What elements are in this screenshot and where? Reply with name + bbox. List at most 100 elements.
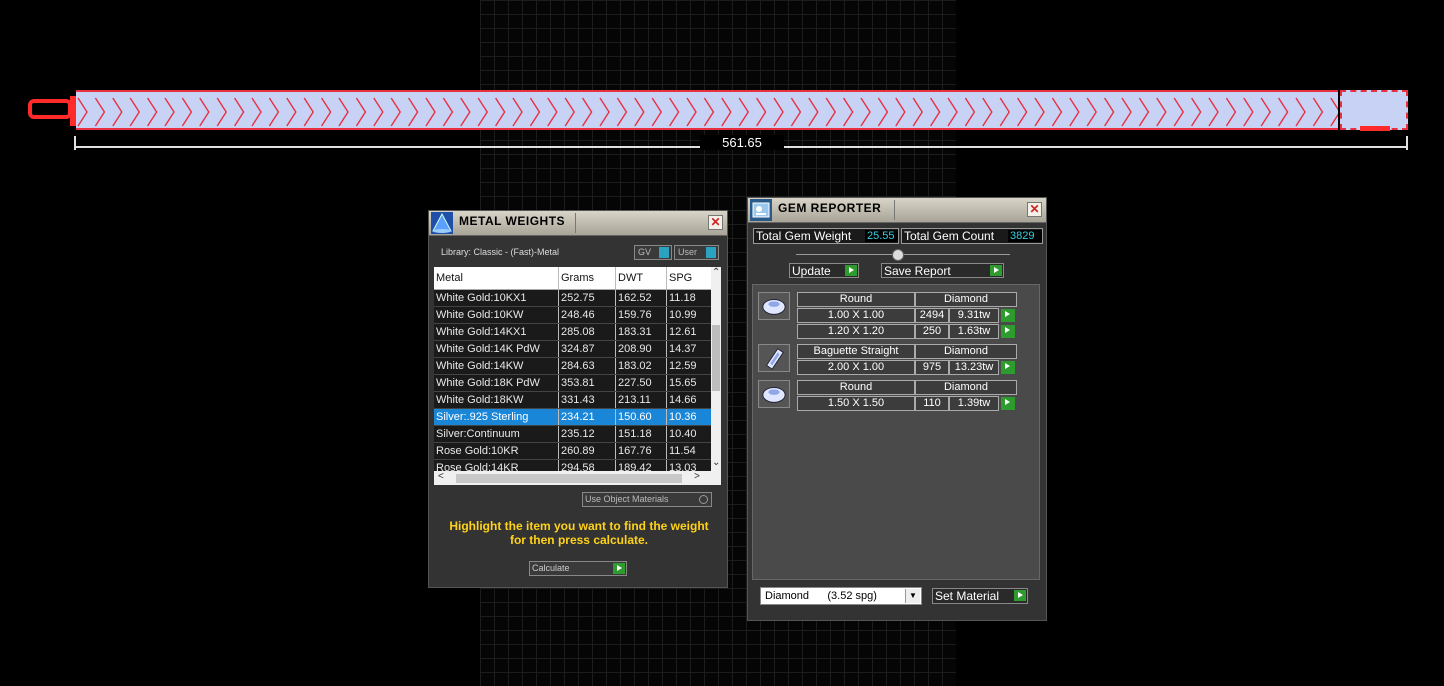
table-row[interactable]: White Gold:14K PdW 324.87 208.90 14.37 — [434, 340, 712, 358]
bracelet-end-box — [1340, 90, 1408, 130]
dwt-cell: 183.02 — [615, 357, 667, 375]
select-gem-arrow-icon[interactable] — [1001, 309, 1015, 322]
column-header-spg[interactable]: SPG — [666, 267, 712, 290]
panel-slider-knob[interactable] — [892, 249, 904, 261]
chain-link — [999, 97, 1011, 127]
metal-table-horizontal-scrollbar[interactable]: < > — [434, 471, 721, 485]
chain-link — [373, 97, 384, 127]
metal-name-cell: White Gold:18KW — [434, 391, 559, 409]
chain-link — [94, 97, 106, 127]
round-gem-icon[interactable] — [758, 292, 790, 320]
chain-link — [947, 97, 958, 127]
gem-reporter-titlebar[interactable]: GEM REPORTER ✕ — [748, 198, 1046, 223]
column-header-dwt[interactable]: DWT — [615, 267, 667, 290]
table-row[interactable]: Silver:.925 Sterling 234.21 150.60 10.36 — [434, 408, 712, 426]
metal-weights-titlebar[interactable]: METAL WEIGHTS ✕ — [429, 211, 727, 236]
grams-cell: 285.08 — [558, 323, 616, 341]
play-arrow-icon — [990, 265, 1002, 276]
grams-cell: 353.81 — [558, 374, 616, 392]
table-row[interactable]: White Gold:10KW 248.46 159.76 10.99 — [434, 306, 712, 324]
chain-link — [1260, 97, 1272, 127]
dimension-tick-right — [1406, 136, 1408, 150]
scroll-down-icon[interactable]: ⌄ — [712, 457, 720, 468]
column-header-metal[interactable]: Metal — [434, 267, 559, 290]
spg-cell: 10.36 — [666, 408, 712, 426]
horizontal-scroll-thumb[interactable] — [456, 474, 682, 483]
chain-link — [1138, 97, 1150, 127]
chevron-down-icon[interactable]: ▼ — [905, 589, 920, 603]
select-gem-arrow-icon[interactable] — [1001, 325, 1015, 338]
chain-link — [877, 97, 889, 127]
gem-reporter-close-button[interactable]: ✕ — [1027, 202, 1042, 217]
update-button[interactable]: Update — [789, 263, 859, 278]
use-object-materials-toggle[interactable]: Use Object Materials — [582, 492, 712, 507]
dwt-cell: 227.50 — [615, 374, 667, 392]
round-gem-icon[interactable] — [758, 380, 790, 408]
instruction-text: Highlight the item you want to find the … — [439, 519, 719, 547]
gem-size: 1.20 X 1.20 — [797, 324, 915, 339]
spg-cell: 12.59 — [666, 357, 712, 375]
save-report-label: Save Report — [884, 264, 951, 278]
set-material-button[interactable]: Set Material — [932, 588, 1028, 604]
chain-link — [1295, 97, 1306, 127]
baguette-gem-icon[interactable] — [758, 344, 790, 372]
metal-table-vertical-scrollbar[interactable]: ⌃ ⌄ — [711, 267, 721, 471]
save-report-button[interactable]: Save Report — [881, 263, 1004, 278]
table-row[interactable]: Rose Gold:10KR 260.89 167.76 11.54 — [434, 442, 712, 460]
grams-cell: 284.63 — [558, 357, 616, 375]
select-gem-arrow-icon[interactable] — [1001, 397, 1015, 410]
scroll-left-icon[interactable]: < — [438, 471, 444, 482]
table-row[interactable]: White Gold:18KW 331.43 213.11 14.66 — [434, 391, 712, 409]
gem-size: 1.50 X 1.50 — [797, 396, 915, 411]
gem-list[interactable]: Round Diamond 1.00 X 1.00 2494 9.31tw 1.… — [752, 284, 1040, 580]
dwt-cell: 183.31 — [615, 323, 667, 341]
table-row[interactable]: Silver:Continuum 235.12 151.18 10.40 — [434, 425, 712, 443]
chain-link — [477, 97, 489, 127]
chain-link — [1191, 97, 1202, 127]
metal-weights-close-button[interactable]: ✕ — [708, 215, 723, 230]
gv-toggle-label: GV — [638, 247, 652, 257]
chain-link — [1225, 97, 1237, 127]
chain-link — [408, 97, 419, 127]
radio-circle-icon — [699, 495, 708, 504]
table-row[interactable]: White Gold:14KX1 285.08 183.31 12.61 — [434, 323, 712, 341]
material-select[interactable]: Diamond (3.52 spg) ▼ — [760, 587, 922, 605]
chain-link — [1208, 97, 1219, 127]
use-object-materials-label: Use Object Materials — [585, 494, 669, 504]
metal-name-cell: White Gold:18K PdW — [434, 374, 559, 392]
chain-link — [529, 97, 541, 127]
select-gem-arrow-icon[interactable] — [1001, 361, 1015, 374]
chain-link — [1017, 97, 1028, 127]
table-row[interactable]: White Gold:18K PdW 353.81 227.50 15.65 — [434, 374, 712, 392]
chain-link — [77, 97, 88, 127]
chain-link — [129, 97, 141, 127]
grams-cell: 331.43 — [558, 391, 616, 409]
dwt-cell: 162.52 — [615, 289, 667, 307]
chain-link — [616, 97, 628, 127]
total-gem-count-value: 3829 — [1008, 230, 1042, 242]
chain-link — [234, 97, 245, 127]
scroll-right-icon[interactable]: > — [694, 471, 700, 482]
metal-table[interactable]: Metal Grams DWT SPG White Gold:10KX1 252.… — [434, 267, 721, 485]
dwt-cell: 208.90 — [615, 340, 667, 358]
table-row[interactable]: White Gold:14KW 284.63 183.02 12.59 — [434, 357, 712, 375]
gem-weight: 13.23tw — [949, 360, 999, 375]
vertical-scroll-thumb[interactable] — [712, 325, 720, 391]
chain-link — [1086, 97, 1098, 127]
chain-link — [1051, 97, 1063, 127]
gem-material-label: Diamond — [915, 292, 1017, 307]
chain-link — [303, 97, 315, 127]
table-row[interactable]: White Gold:10KX1 252.75 162.52 11.18 — [434, 289, 712, 307]
spg-cell: 11.54 — [666, 442, 712, 460]
user-toggle[interactable]: User — [674, 245, 719, 260]
scroll-up-icon[interactable]: ⌃ — [712, 267, 720, 278]
total-gem-weight-box: Total Gem Weight 25.55 — [753, 228, 899, 244]
chain-link — [1278, 97, 1289, 127]
gem-weight: 1.39tw — [949, 396, 999, 411]
chain-link — [686, 97, 697, 127]
dwt-cell: 213.11 — [615, 391, 667, 409]
chain-link — [912, 97, 924, 127]
calculate-button[interactable]: Calculate — [529, 561, 627, 576]
column-header-grams[interactable]: Grams — [558, 267, 616, 290]
gv-toggle[interactable]: GV — [634, 245, 672, 260]
